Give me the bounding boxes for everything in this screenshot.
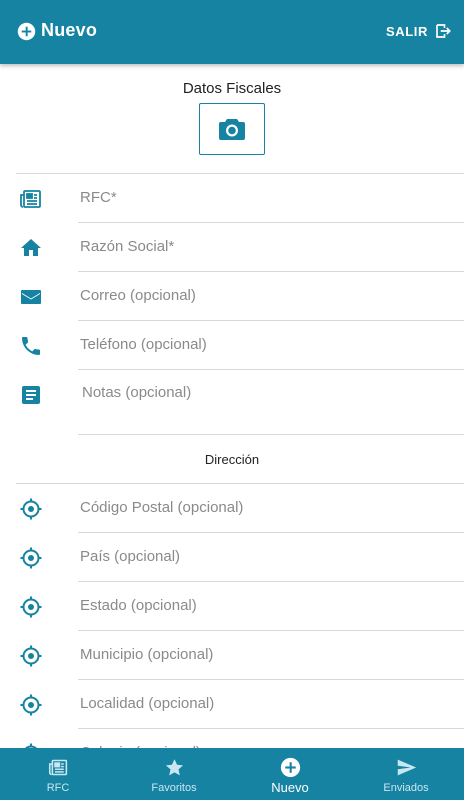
razon-social-row [0,223,464,272]
phone-icon [18,333,44,359]
rfc-row [0,174,464,223]
municipality-row [0,631,464,680]
address-section-title: Dirección [204,452,260,467]
phone-input[interactable] [80,336,452,353]
locality-row [0,680,464,729]
newspaper-icon [18,186,44,212]
postal-code-input[interactable] [80,499,452,516]
logout-label: SALIR [386,23,428,39]
location-target-icon [18,496,44,522]
location-target-icon [18,692,44,718]
postal-code-row [0,484,464,533]
phone-row [0,321,464,370]
nav-label: Nuevo [271,780,309,795]
nav-item-favoritos[interactable]: Favoritos [116,748,232,800]
country-row [0,533,464,582]
mail-icon [18,284,44,310]
state-row [0,582,464,631]
logout-button[interactable]: SALIR [386,22,452,40]
send-icon [397,759,416,776]
camera-icon [219,119,245,140]
notes-icon [18,382,44,408]
nav-label: Favoritos [151,782,197,794]
location-target-icon [18,741,44,748]
home-icon [18,235,44,261]
location-target-icon [18,643,44,669]
notes-input[interactable] [82,384,454,424]
location-target-icon [18,594,44,620]
nav-item-nuevo[interactable]: Nuevo [232,748,348,800]
newspaper-icon [48,759,67,776]
app-bar: Nuevo SALIR [0,0,464,64]
country-input[interactable] [80,548,452,565]
add-circle-icon [17,22,36,41]
add-circle-icon [280,757,300,778]
email-input[interactable] [80,287,452,304]
rfc-input[interactable] [80,189,452,206]
neighborhood-row [0,729,464,748]
fiscal-section-title: Datos Fiscales [182,80,282,97]
bottom-navigation: RFC Favoritos Nuevo Enviados [0,748,464,800]
razon-social-input[interactable] [80,238,452,255]
nav-item-rfc[interactable]: RFC [0,748,116,800]
logout-icon [436,24,451,38]
divider [78,434,464,435]
form-content[interactable]: Datos Fiscales RFC* Razón Social* Correo… [0,64,464,748]
page-title: Nuevo [41,20,98,40]
nav-label: RFC [46,782,70,794]
star-icon [165,759,183,776]
email-row [0,272,464,321]
location-target-icon [18,545,44,571]
nav-item-enviados[interactable]: Enviados [348,748,464,800]
notes-row [0,370,464,434]
municipality-input[interactable] [80,646,452,663]
locality-input[interactable] [80,695,452,712]
nav-label: Enviados [383,782,429,794]
state-input[interactable] [80,597,452,614]
camera-button[interactable] [199,103,265,155]
